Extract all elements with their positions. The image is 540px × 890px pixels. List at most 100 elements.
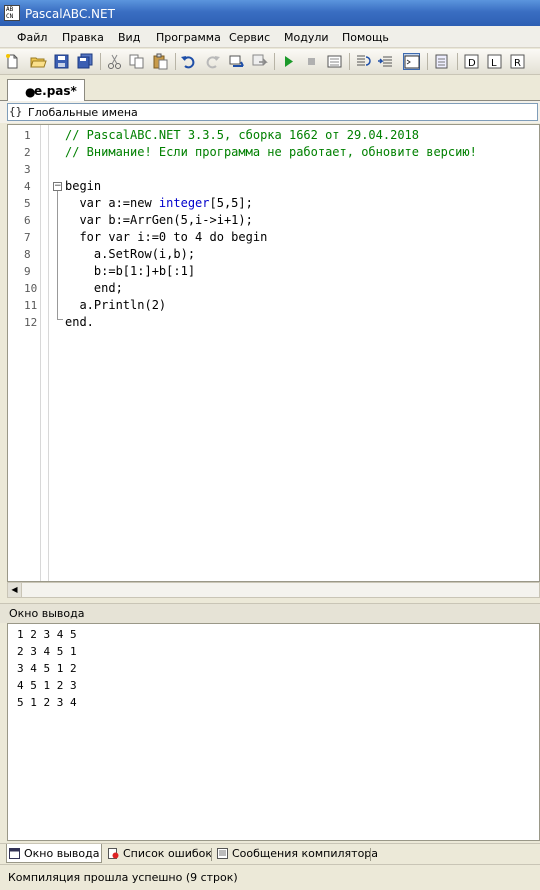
new-file-icon[interactable] — [4, 53, 21, 70]
menu-file[interactable]: Файл — [17, 31, 47, 44]
line-number: 5 — [24, 197, 31, 210]
app-icon: AB CN — [4, 5, 20, 21]
step-over-icon[interactable] — [354, 53, 371, 70]
title-bar: AB CN PascalABC.NET — [0, 0, 540, 26]
code-line: // Внимание! Если программа не работает,… — [65, 145, 477, 159]
namespace-icon: {} — [9, 105, 23, 118]
code-line: end. — [65, 315, 94, 329]
form-designer-icon[interactable] — [433, 53, 450, 70]
save-all-icon[interactable] — [77, 53, 94, 70]
tab-error-list[interactable]: Список ошибок — [106, 844, 212, 863]
toolbar-separator — [349, 53, 350, 70]
menu-edit[interactable]: Правка — [62, 31, 104, 44]
save-icon[interactable] — [53, 53, 70, 70]
status-message: Компиляция прошла успешно (9 строк) — [8, 871, 238, 884]
tab-label: Сообщения компилятора — [232, 847, 379, 860]
open-file-icon[interactable] — [30, 53, 47, 70]
output-line: 4 5 1 2 3 — [17, 679, 77, 692]
code-editor[interactable]: 1 2 3 4 5 6 7 8 9 10 11 12 − // PascalABC.NET 3.3.5… — [7, 124, 540, 582]
editor-tab-strip: ● e.pas* — [0, 76, 540, 102]
undo-icon[interactable] — [180, 53, 197, 70]
code-line: var b:=ArrGen(5,i->i+1); — [65, 213, 253, 227]
code-token: end; — [65, 281, 123, 295]
run-icon[interactable] — [280, 53, 297, 70]
output-line: 5 1 2 3 4 — [17, 696, 77, 709]
format-left-icon[interactable]: L — [486, 53, 503, 70]
indent-icon[interactable]: D — [463, 53, 480, 70]
navigation-bar: {} Глобальные имена — [0, 101, 540, 123]
line-number-gutter: 1 2 3 4 5 6 7 8 9 10 11 12 — [8, 125, 50, 581]
menu-view[interactable]: Вид — [118, 31, 140, 44]
tab-e-pas[interactable]: ● e.pas* — [7, 79, 85, 102]
line-number: 6 — [24, 214, 31, 227]
line-number: 2 — [24, 146, 31, 159]
tab-output-window[interactable]: Окно вывода — [6, 844, 102, 863]
cut-icon[interactable] — [106, 53, 123, 70]
redo-icon[interactable] — [204, 53, 221, 70]
window-title: PascalABC.NET — [25, 7, 115, 21]
tab-separator — [211, 848, 212, 861]
toolbar-separator — [274, 53, 275, 70]
paste-icon[interactable] — [152, 53, 169, 70]
line-number: 12 — [24, 316, 38, 329]
tab-label: e.pas* — [34, 84, 77, 98]
line-number: 9 — [24, 265, 31, 278]
scroll-left-icon[interactable]: ◀ — [8, 583, 22, 597]
tab-separator — [370, 848, 371, 861]
format-right-icon[interactable]: R — [509, 53, 526, 70]
code-line: b:=b[1:]+b[:1] — [65, 264, 195, 278]
code-token: b:=b[1:]+b[:1] — [65, 264, 196, 278]
code-token: a.Println(2) — [65, 298, 167, 312]
svg-text:L: L — [491, 58, 497, 69]
output-window[interactable]: 1 2 3 4 5 2 3 4 5 1 3 4 5 1 2 4 5 1 2 3 5 1 … — [7, 623, 540, 841]
build-icon[interactable] — [228, 53, 245, 70]
line-number: 1 — [24, 129, 31, 142]
svg-text:R: R — [514, 58, 521, 69]
code-line: // PascalABC.NET 3.3.5, сборка 1662 от 2… — [65, 128, 419, 142]
line-number: 8 — [24, 248, 31, 261]
copy-icon[interactable] — [128, 53, 145, 70]
toolbar: D L R — [0, 49, 540, 75]
editor-horizontal-scrollbar[interactable]: ◀ — [7, 582, 540, 598]
code-token: // PascalABC.NET 3.3.5, сборка 1662 от 2… — [65, 128, 420, 142]
tab-label: Окно вывода — [24, 847, 100, 860]
code-line: end; — [65, 281, 123, 295]
line-number: 10 — [24, 282, 38, 295]
code-line: begin — [65, 179, 101, 193]
fold-line — [57, 191, 58, 319]
toolbar-separator — [427, 53, 428, 70]
compile-icon[interactable] — [251, 53, 268, 70]
code-token: // Внимание! Если программа не работает,… — [65, 145, 477, 159]
step-into-icon[interactable] — [377, 53, 394, 70]
toolbar-separator — [175, 53, 176, 70]
status-bar: Компиляция прошла успешно (9 строк) — [0, 864, 540, 890]
compiler-messages-icon — [217, 848, 228, 859]
menu-bar: Файл Правка Вид Программа Сервис Модули … — [0, 26, 540, 48]
line-number: 7 — [24, 231, 31, 244]
error-list-icon — [108, 848, 119, 859]
debug-icon[interactable] — [326, 53, 343, 70]
code-token: var b:=ArrGen(5,i->i+1); — [65, 213, 253, 227]
menu-program[interactable]: Программа — [156, 31, 221, 44]
menu-service[interactable]: Сервис — [229, 31, 270, 44]
output-window-tab-icon — [9, 848, 20, 859]
output-line: 1 2 3 4 5 — [17, 628, 77, 641]
output-panel-header: Окно вывода — [0, 603, 540, 623]
code-line: var a:=new integer[5,5]; — [65, 196, 252, 210]
line-number: 4 — [24, 180, 31, 193]
code-token: for var i:=0 to 4 do begin — [65, 230, 268, 244]
code-line: for var i:=0 to 4 do begin — [65, 230, 267, 244]
toolbar-separator — [457, 53, 458, 70]
menu-help[interactable]: Помощь — [342, 31, 389, 44]
output-panel-title: Окно вывода — [9, 607, 85, 620]
tab-compiler-messages[interactable]: Сообщения компилятора — [215, 844, 378, 863]
fold-toggle-icon[interactable]: − — [53, 182, 62, 191]
global-names-combo[interactable]: {} Глобальные имена — [7, 103, 538, 121]
gutter-divider — [40, 125, 41, 581]
output-window-icon[interactable] — [403, 53, 420, 70]
menu-modules[interactable]: Модули — [284, 31, 329, 44]
code-token: a.SetRow(i,b); — [65, 247, 196, 261]
stop-icon[interactable] — [303, 53, 320, 70]
line-number: 3 — [24, 163, 31, 176]
code-line: a.SetRow(i,b); — [65, 247, 195, 261]
